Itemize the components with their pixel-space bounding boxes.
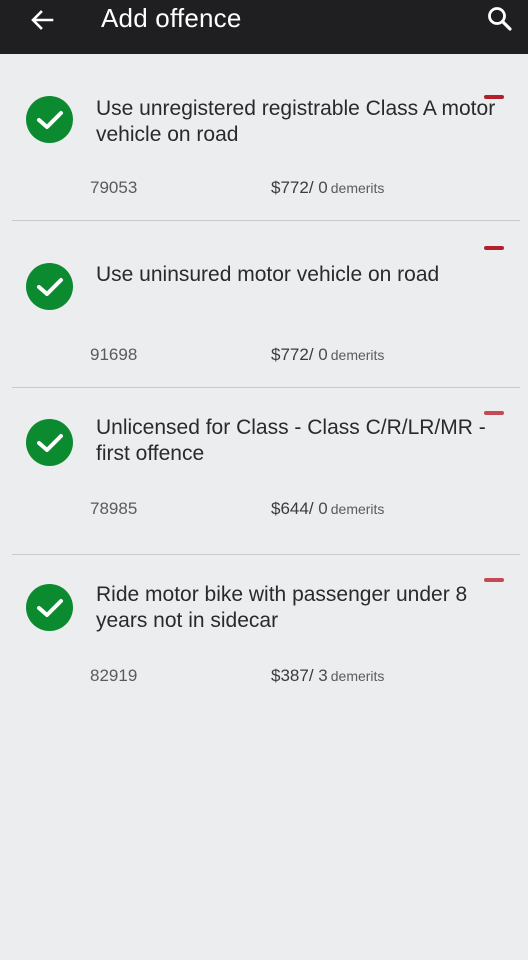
demerit-points: 0 — [318, 178, 328, 197]
check-circle-icon — [26, 96, 73, 143]
offence-code: 82919 — [90, 666, 138, 685]
penalty: $772/ 0 demerits — [271, 345, 384, 365]
check-circle-icon — [26, 584, 73, 631]
demerits-label: demerits — [330, 180, 385, 196]
list-item[interactable]: Use uninsured motor vehicle on road 9169… — [12, 221, 520, 388]
offence-code: 91698 — [90, 345, 138, 364]
offence-title: Unlicensed for Class - Class C/R/LR/MR -… — [96, 416, 486, 465]
offence-title: Use unregistered registrable Class A mot… — [96, 97, 496, 146]
offence-title: Ride motor bike with passenger under 8 y… — [96, 583, 468, 632]
offence-title: Use uninsured motor vehicle on road — [96, 263, 440, 286]
fine-amount: $772/ — [271, 345, 314, 364]
check-circle-icon — [26, 419, 73, 466]
search-button[interactable] — [484, 4, 516, 34]
remove-offence-button[interactable] — [483, 571, 505, 589]
list-item[interactable]: Unlicensed for Class - Class C/R/LR/MR -… — [12, 388, 520, 555]
list-item[interactable]: Use unregistered registrable Class A mot… — [12, 54, 520, 221]
fine-amount: $772/ — [271, 178, 314, 197]
remove-offence-button[interactable] — [483, 239, 505, 257]
demerit-points: 0 — [318, 499, 328, 518]
fine-amount: $644/ — [271, 499, 314, 518]
check-circle-icon — [26, 263, 73, 310]
minus-icon — [484, 246, 504, 250]
demerits-label: demerits — [330, 668, 385, 684]
fine-amount: $387/ — [271, 666, 314, 685]
penalty: $772/ 0 demerits — [271, 178, 384, 198]
minus-icon — [484, 411, 504, 415]
list-item[interactable]: Ride motor bike with passenger under 8 y… — [12, 555, 520, 721]
demerits-label: demerits — [330, 501, 385, 517]
offence-code: 78985 — [90, 499, 138, 518]
app-bar: Add offence — [0, 0, 528, 54]
penalty: $644/ 0 demerits — [271, 499, 384, 519]
penalty: $387/ 3 demerits — [271, 666, 384, 686]
demerit-points: 3 — [318, 666, 328, 685]
remove-offence-button[interactable] — [483, 404, 505, 422]
demerits-label: demerits — [330, 347, 385, 363]
back-button[interactable] — [24, 4, 60, 36]
offence-code: 79053 — [90, 178, 138, 197]
arrow-left-icon — [31, 10, 54, 30]
remove-offence-button[interactable] — [483, 88, 505, 106]
page-title: Add offence — [101, 3, 242, 33]
minus-icon — [484, 578, 504, 582]
minus-icon — [484, 95, 504, 99]
demerit-points: 0 — [318, 345, 328, 364]
offence-list: Use unregistered registrable Class A mot… — [0, 54, 528, 721]
search-icon — [488, 7, 512, 31]
